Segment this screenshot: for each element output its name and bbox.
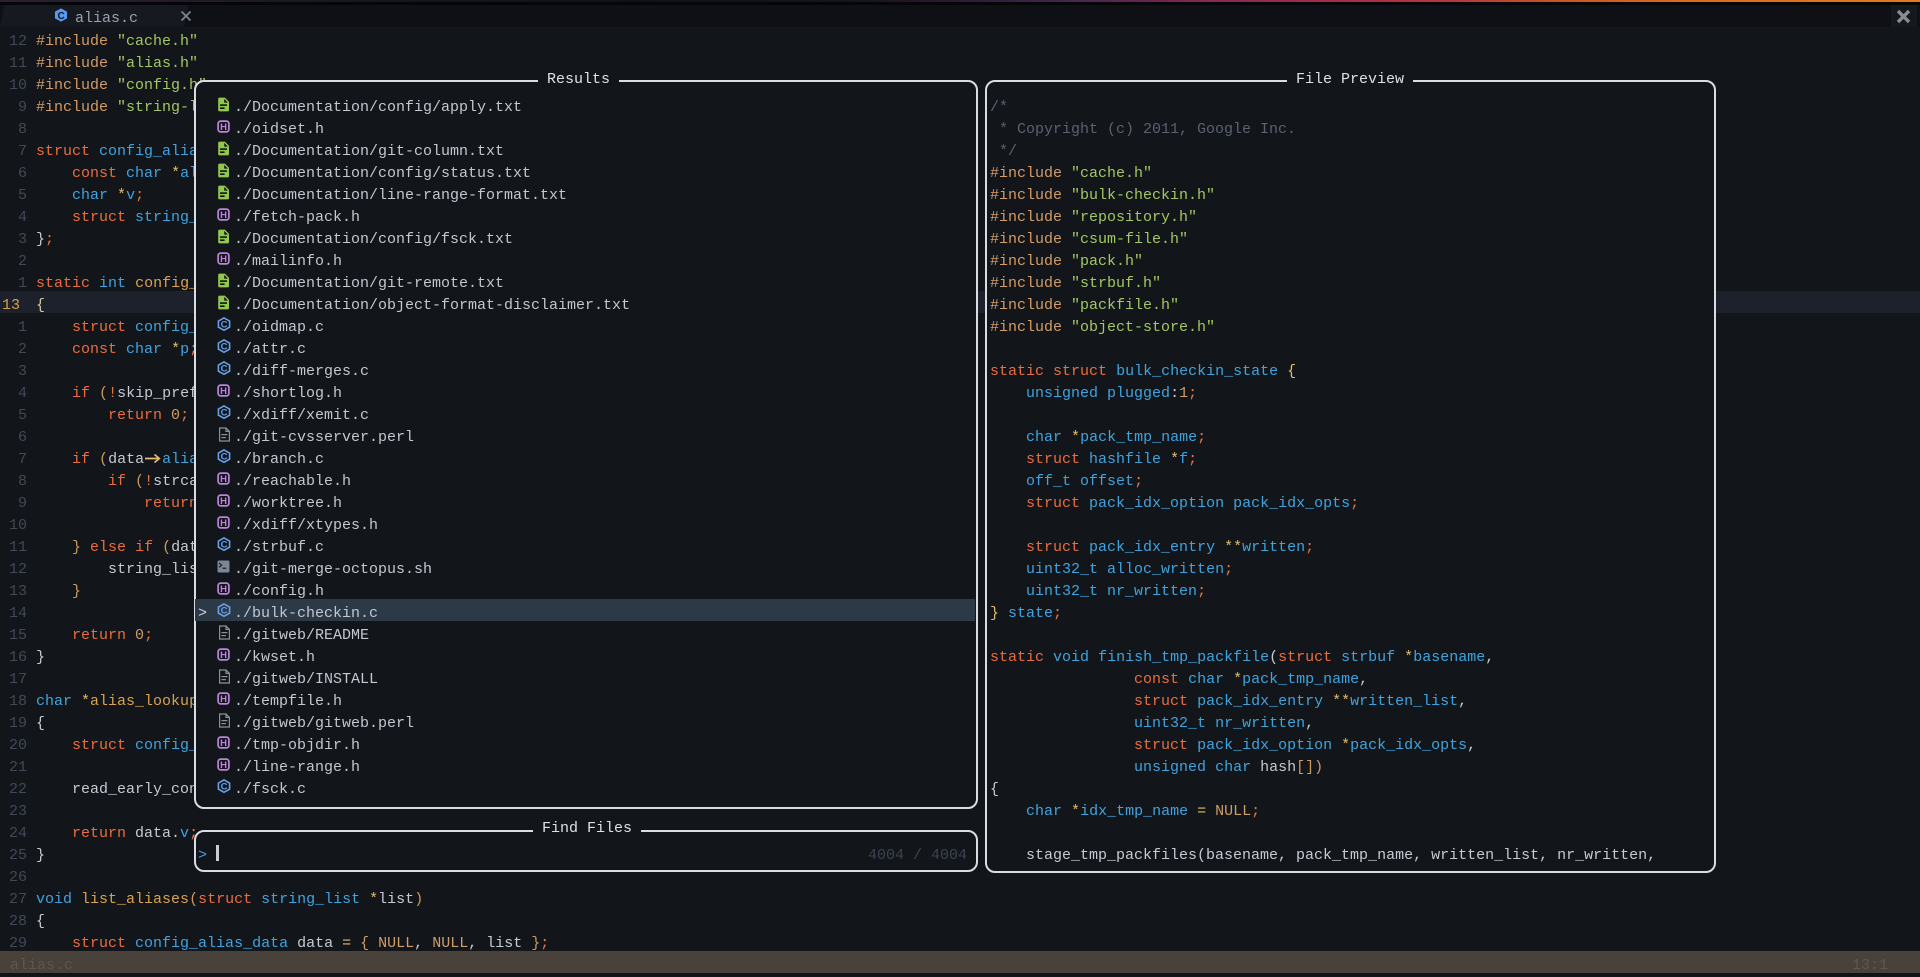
svg-text:H: H: [220, 584, 227, 595]
svg-text:H: H: [220, 738, 227, 749]
svg-text:H: H: [220, 518, 227, 529]
svg-text:H: H: [220, 650, 227, 661]
svg-text:C: C: [221, 540, 228, 551]
svg-text:H: H: [220, 694, 227, 705]
svg-text:C: C: [221, 606, 228, 617]
svg-text:C: C: [221, 364, 228, 375]
svg-text:C: C: [221, 452, 228, 463]
svg-text:C: C: [221, 782, 228, 793]
svg-text:C: C: [221, 408, 228, 419]
svg-text:C: C: [221, 320, 228, 331]
svg-text:H: H: [220, 122, 227, 133]
svg-text:C: C: [58, 11, 65, 22]
svg-text:C: C: [221, 342, 228, 353]
svg-text:H: H: [220, 254, 227, 265]
svg-text:H: H: [220, 210, 227, 221]
svg-text:H: H: [220, 474, 227, 485]
svg-text:H: H: [220, 386, 227, 397]
svg-text:H: H: [220, 496, 227, 507]
svg-text:H: H: [220, 760, 227, 771]
